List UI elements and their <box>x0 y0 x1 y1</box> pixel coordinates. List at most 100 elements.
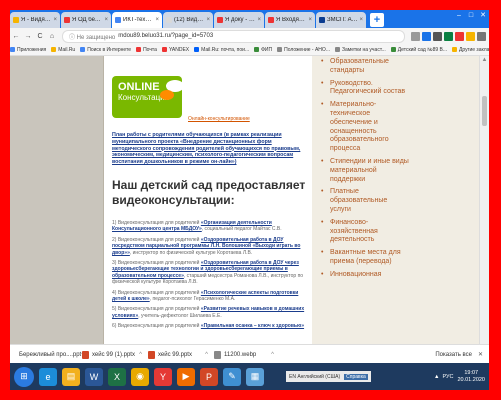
taskbar-excel-icon[interactable]: X <box>108 367 126 386</box>
bookmark-item[interactable]: Детский сад №89 В... <box>390 47 447 53</box>
start-button[interactable]: ⊞ <box>14 366 34 387</box>
video-consultation-item: 6) Видеоконсультация для родителей «Прав… <box>112 323 308 329</box>
menu-icon[interactable] <box>477 31 486 41</box>
bookmark-item[interactable]: Заметки на участ... <box>334 47 386 53</box>
address-bar[interactable]: ⓘ Не защищено mdou89.beluo31.ru/?page_id… <box>62 29 405 43</box>
taskbar-explorer-icon[interactable]: ▤ <box>62 367 80 386</box>
new-tab-button[interactable]: + <box>370 13 384 27</box>
bookmark-item[interactable]: Другие закладки <box>452 47 489 53</box>
sidebar-menu-item[interactable]: Инновационная <box>320 271 410 280</box>
language-bar[interactable]: EN Английский (США) Справка <box>286 371 371 382</box>
online-consultation-link[interactable]: Онлайн-консультирование <box>188 116 250 122</box>
bookmark-icon <box>334 47 340 52</box>
page-scrollbar[interactable]: ▲ <box>479 56 489 344</box>
close-window-button[interactable]: ✕ <box>477 10 489 20</box>
tab-close-icon[interactable]: × <box>53 17 57 23</box>
taskbar-chrome-icon[interactable]: ◉ <box>131 367 149 386</box>
browser-tab[interactable]: Я - Видящие - Яндекс× <box>10 12 60 28</box>
tab-close-icon[interactable]: × <box>155 17 159 23</box>
download-item[interactable]: хейс 99 (1).pptx ^ <box>82 350 142 359</box>
reload-button[interactable]: C <box>34 33 46 40</box>
browser-tab[interactable]: ИКТ-технологии - Дет× <box>112 12 162 28</box>
taskbar-word-icon[interactable]: W <box>85 367 103 386</box>
web-page: ONLINE Консультация Онлайн-консультирова… <box>10 56 489 344</box>
bookmark-item[interactable]: Mail.Ru <box>51 47 75 53</box>
bookmark-star-icon[interactable] <box>411 31 420 41</box>
sidebar-menu-item[interactable]: Финансово-хозяйственная деятельность <box>320 219 410 245</box>
taskbar-folder-icon[interactable]: ▦ <box>246 367 264 386</box>
tab-title: ИКТ-технологии - Дет <box>123 17 153 23</box>
item-prefix: 4) Видеоконсультация для родителей <box>112 289 201 296</box>
bookmark-icon <box>452 47 458 52</box>
download-item[interactable]: хейс 99.pptx ^ <box>148 350 208 359</box>
bookmark-label: Поиск в Интернете <box>87 46 132 53</box>
bookmark-item[interactable]: Положение - АНО... <box>277 47 330 53</box>
scrollbar-thumb[interactable] <box>482 96 487 126</box>
taskbar-yandex-icon[interactable]: Y <box>154 367 172 386</box>
bookmark-item[interactable]: Mail.Ru: почта, пои... <box>194 47 249 53</box>
close-downloads-bar-button[interactable]: ✕ <box>478 351 483 358</box>
minimize-button[interactable]: – <box>453 10 465 20</box>
download-item[interactable]: Бережливый про....ppt^ <box>16 351 84 359</box>
browser-tab[interactable]: Я Входящие - Почт× <box>265 12 315 28</box>
tab-favicon-icon <box>166 17 172 23</box>
video-consultation-item: 4) Видеоконсультация для родителей «Псих… <box>112 290 308 303</box>
file-icon <box>82 350 89 359</box>
chevron-up-icon[interactable]: ^ <box>139 352 142 358</box>
taskbar-media-icon[interactable]: ▶ <box>177 367 195 386</box>
scroll-up-icon[interactable]: ▲ <box>480 56 489 64</box>
sidebar-menu-item[interactable]: Вакантные места для приема (перевода) <box>320 249 410 267</box>
tab-close-icon[interactable]: × <box>206 17 210 23</box>
maximize-button[interactable]: □ <box>465 10 477 20</box>
bookmark-item[interactable]: ФИП <box>254 47 272 53</box>
taskbar-powerpoint-icon[interactable]: P <box>200 367 218 386</box>
taskbar-paint-icon[interactable]: ✎ <box>223 367 241 386</box>
sidebar-menu-item[interactable]: Стипендии и иные виды материальной подде… <box>320 158 410 184</box>
chevron-up-icon[interactable]: ^ <box>205 352 208 358</box>
chat-bubble-icon <box>160 90 174 100</box>
red-frame-top <box>0 0 501 10</box>
video-consultation-list: 1) Видеоконсультация для родителей «Орга… <box>112 220 308 334</box>
clock[interactable]: 19:07 20.01.2020 <box>457 370 485 384</box>
sidebar-menu-item[interactable]: Материально-техническое обеспечение и ос… <box>320 101 410 154</box>
sidebar-menu-item[interactable]: Образовательные стандарты <box>320 58 410 76</box>
bookmark-item[interactable]: YANDEX <box>161 46 190 53</box>
taskbar-ie-icon[interactable]: e <box>39 367 57 386</box>
security-indicator[interactable]: ⓘ Не защищено <box>69 32 115 41</box>
browser-tab[interactable]: Я ОД белгород - Ян× <box>61 12 111 28</box>
browser-tab[interactable]: (12) Видящие - Поиск× <box>163 12 213 28</box>
extension-icon[interactable] <box>455 31 464 41</box>
sidebar-menu-item[interactable]: Платные образовательные услуги <box>320 188 410 214</box>
browser-tab[interactable]: ЗМСП: Аттестационные× <box>316 12 366 28</box>
video-consultation-link[interactable]: «Правильная осанка – ключ к здоровью» <box>201 323 304 329</box>
bookmark-item[interactable]: Поиск в Интернете <box>80 47 131 53</box>
bookmark-label: YANDEX <box>168 46 190 53</box>
tab-close-icon[interactable]: × <box>104 17 108 23</box>
extension-icon[interactable] <box>466 31 475 41</box>
show-all-downloads-button[interactable]: Показать все <box>435 352 472 358</box>
tab-close-icon[interactable]: × <box>359 17 363 23</box>
forward-button[interactable]: → <box>22 33 34 40</box>
keyboard-language[interactable]: РУС <box>442 374 453 380</box>
tab-title: Я - Видящие - Яндекс <box>21 17 51 23</box>
tray-arrow-icon[interactable]: ▲ <box>434 374 439 380</box>
tab-close-icon[interactable]: × <box>257 17 261 23</box>
bookmark-item[interactable]: Почта <box>136 47 157 53</box>
browser-tab[interactable]: Я доку - Яндекс× <box>214 12 264 28</box>
sidebar-menu-item[interactable]: Руководство. Педагогический состав <box>320 80 410 98</box>
parent-work-plan-link[interactable]: План работы с родителями обучающихся (в … <box>112 132 308 166</box>
back-button[interactable]: ← <box>10 33 22 40</box>
bookmark-icon <box>161 47 167 52</box>
bookmark-icon <box>80 47 86 52</box>
tab-close-icon[interactable]: × <box>308 17 312 23</box>
item-author: , социальный педагог Майтас С.В. <box>201 226 282 233</box>
help-button[interactable]: Справка <box>344 373 368 380</box>
extension-icon[interactable] <box>422 31 431 41</box>
extension-icon[interactable] <box>433 31 442 41</box>
online-consultation-banner[interactable]: ONLINE Консультация <box>112 76 184 118</box>
extension-icon[interactable] <box>444 31 453 41</box>
chevron-up-icon[interactable]: ^ <box>271 352 274 358</box>
bookmark-item[interactable]: Приложения <box>10 47 46 53</box>
home-button[interactable]: ⌂ <box>46 33 58 40</box>
download-item[interactable]: 11200.webp ^ <box>214 350 274 359</box>
